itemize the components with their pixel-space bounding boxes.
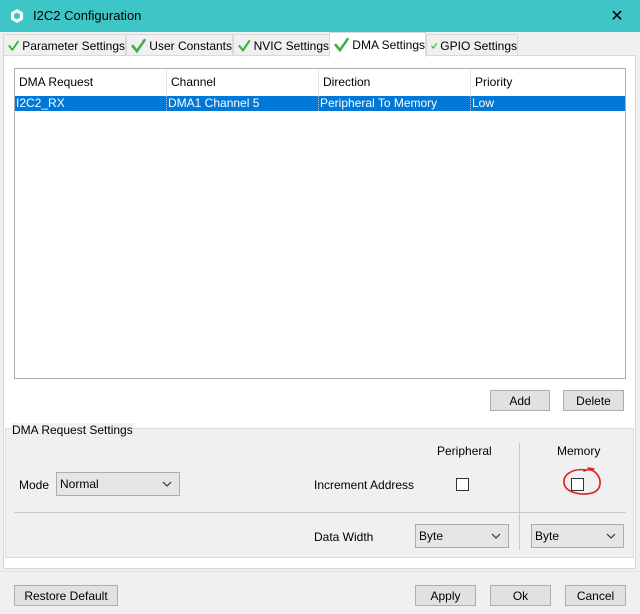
column-divider — [519, 443, 520, 550]
peripheral-data-width-select[interactable]: Byte — [415, 524, 509, 548]
column-header-channel[interactable]: Channel — [167, 69, 319, 96]
check-icon — [8, 40, 19, 51]
tab-user-constants[interactable]: User Constants — [126, 34, 233, 56]
column-header-priority[interactable]: Priority — [471, 69, 625, 96]
memory-header: Memory — [557, 444, 601, 458]
tab-parameter-settings[interactable]: Parameter Settings — [3, 34, 126, 56]
check-icon — [131, 38, 146, 53]
check-icon — [238, 39, 251, 52]
tab-dma-settings[interactable]: DMA Settings — [329, 32, 426, 57]
apply-button[interactable]: Apply — [415, 585, 476, 606]
cancel-button[interactable]: Cancel — [565, 585, 626, 606]
tab-label: User Constants — [149, 38, 232, 53]
increment-address-label: Increment Address — [314, 478, 415, 492]
tab-bar: Parameter Settings User Constants NVIC S… — [3, 32, 637, 57]
chevron-down-icon — [606, 533, 616, 539]
peripheral-increment-checkbox[interactable] — [456, 478, 469, 491]
memory-data-width-value: Byte — [535, 529, 560, 543]
mode-value: Normal — [60, 477, 99, 491]
footer-separator — [0, 571, 640, 572]
table-row[interactable]: I2C2_RX DMA1 Channel 5 Peripheral To Mem… — [15, 96, 625, 111]
close-button[interactable]: ✕ — [594, 0, 640, 32]
peripheral-data-width-value: Byte — [419, 529, 444, 543]
title-bar: I2C2 Configuration ✕ — [0, 0, 640, 32]
cell-priority: Low — [472, 96, 495, 110]
tab-gpio-settings[interactable]: GPIO Settings — [426, 34, 518, 56]
cell-channel: DMA1 Channel 5 — [167, 96, 319, 111]
peripheral-header: Peripheral — [437, 444, 492, 458]
close-icon: ✕ — [610, 8, 624, 25]
tab-label: NVIC Settings — [253, 38, 329, 53]
check-icon — [334, 37, 349, 53]
ok-button[interactable]: Ok — [490, 585, 551, 606]
tab-label: DMA Settings — [352, 38, 425, 52]
column-header-dma-request[interactable]: DMA Request — [15, 69, 167, 96]
mode-label: Mode — [19, 478, 50, 492]
chevron-down-icon — [162, 481, 172, 487]
annotation-circle — [563, 467, 601, 495]
chevron-down-icon — [491, 533, 501, 539]
mode-select[interactable]: Normal — [56, 472, 180, 496]
tab-label: GPIO Settings — [440, 38, 517, 53]
table-header: DMA Request Channel Direction Priority — [15, 69, 625, 96]
tab-label: Parameter Settings — [22, 38, 125, 53]
check-icon — [431, 42, 438, 49]
dma-request-table[interactable]: DMA Request Channel Direction Priority I… — [14, 68, 626, 379]
settings-separator — [14, 512, 626, 513]
cell-direction: Peripheral To Memory — [319, 96, 471, 111]
delete-button[interactable]: Delete — [563, 390, 624, 411]
add-button[interactable]: Add — [490, 390, 550, 411]
tab-nvic-settings[interactable]: NVIC Settings — [233, 34, 330, 56]
cell-dma-request: I2C2_RX — [15, 96, 167, 111]
memory-data-width-select[interactable]: Byte — [531, 524, 624, 548]
restore-default-button[interactable]: Restore Default — [14, 585, 118, 606]
cube-icon — [11, 9, 23, 23]
group-title: DMA Request Settings — [11, 423, 134, 437]
data-width-label: Data Width — [314, 530, 374, 544]
column-header-direction[interactable]: Direction — [319, 69, 471, 96]
window-title: I2C2 Configuration — [33, 8, 142, 23]
